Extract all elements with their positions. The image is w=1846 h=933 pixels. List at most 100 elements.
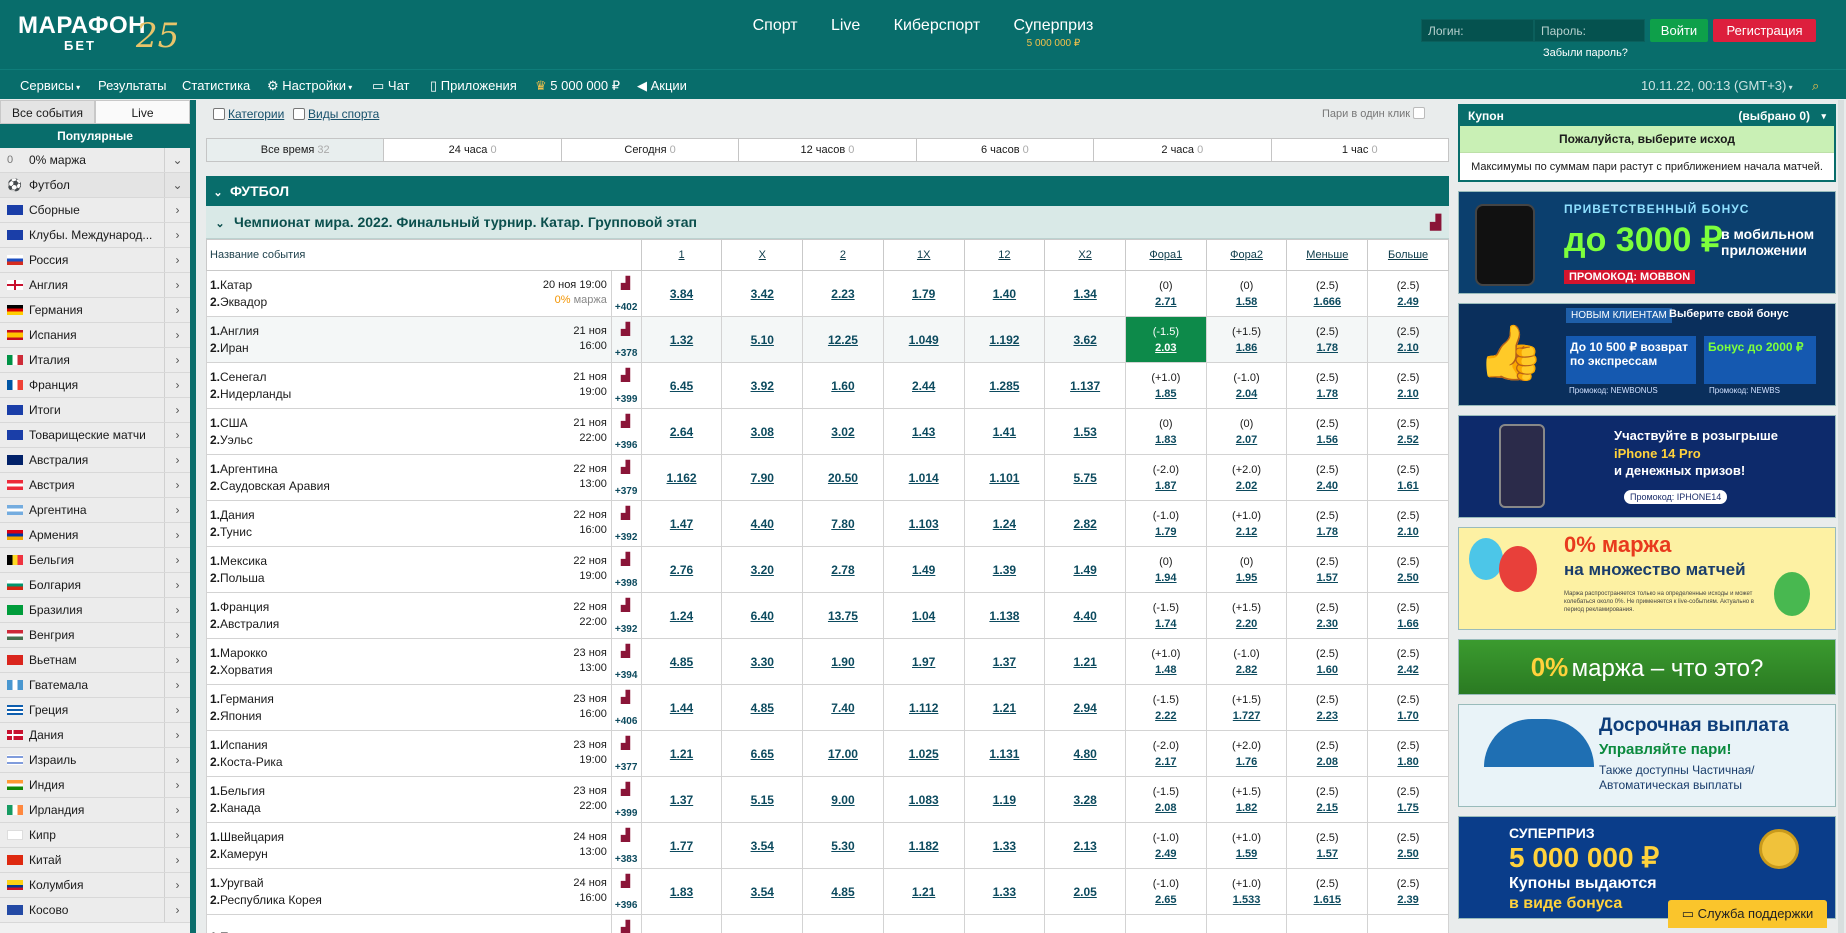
total-over-cell[interactable]: (2.5) 1.80 [1367,730,1449,777]
total-over-cell[interactable]: (2.5) 2.10 [1367,316,1449,363]
odds-cell[interactable] [802,914,884,933]
odds-cell[interactable] [640,914,723,933]
odds-cell[interactable]: 1.112 [882,684,965,731]
time-tab[interactable]: 2 часа 0 [1094,139,1272,161]
league-header[interactable]: ⌄ Чемпионат мира. 2022. Финальный турнир.… [206,206,1449,239]
stats-cell[interactable]: ▟ +379 [610,454,642,501]
event-cell[interactable]: 1.Франция 2.Австралия 22 ноя 22:00 [206,592,612,639]
chevron-right-icon[interactable]: › [164,848,190,872]
odds-cell[interactable]: 4.40 [1044,592,1126,639]
total-over-cell[interactable]: (2.5) 2.52 [1367,408,1449,455]
sidebar-item[interactable]: Вьетнам › [0,648,190,673]
odds-cell[interactable]: 1.21 [882,868,965,915]
sidebar-item[interactable]: Дания › [0,723,190,748]
handicap-2-cell[interactable]: (+2.0) 2.02 [1205,454,1288,501]
odds-cell[interactable]: 3.62 [1044,316,1126,363]
odds-cell[interactable]: 1.37 [963,638,1046,685]
odds-cell[interactable]: 1.182 [882,822,965,869]
odds-cell[interactable]: 1.049 [882,316,965,363]
odds-cell[interactable]: 1.43 [882,408,965,455]
total-under-cell[interactable]: (2.5) 1.78 [1286,316,1369,363]
handicap-2-cell[interactable]: (+1.5) 1.727 [1205,684,1288,731]
menu-statistics[interactable]: Статистика [182,78,250,93]
stats-cell[interactable]: ▟ +378 [610,316,642,363]
more-markets-count[interactable]: +394 [615,670,638,681]
odds-cell[interactable] [721,914,804,933]
odds-cell[interactable]: 1.21 [640,730,723,777]
total-over-cell[interactable]: (2.5) 2.10 [1367,362,1449,409]
odds-cell[interactable]: 4.40 [721,500,804,547]
time-tab[interactable]: 1 час 0 [1272,139,1448,161]
handicap-1-cell[interactable]: (-1.0) 2.65 [1124,868,1207,915]
odds-cell[interactable]: 1.97 [882,638,965,685]
sports-filter[interactable]: Виды спорта [293,107,379,121]
menu-settings[interactable]: ⚙ Настройки ▾ [267,78,352,94]
odds-cell[interactable]: 1.33 [963,822,1046,869]
column-header[interactable]: 2 [802,239,884,271]
chevron-right-icon[interactable]: › [164,598,190,622]
nav-esports[interactable]: Киберспорт [894,17,980,35]
handicap-1-cell[interactable]: (-1.5) 2.03 [1124,316,1207,363]
total-under-cell[interactable]: (2.5) [1286,914,1369,933]
banner-cashout[interactable]: Досрочная выплата Управляйте пари! Также… [1458,704,1836,807]
chevron-right-icon[interactable]: › [164,748,190,772]
sidebar-item[interactable]: Косово › [0,898,190,923]
event-cell[interactable]: 1.Бельгия 2.Канада 23 ноя 22:00 [206,776,612,823]
odds-cell[interactable]: 1.04 [882,592,965,639]
more-markets-count[interactable]: +392 [615,532,638,543]
banner-margin-info[interactable]: 0% маржа – что это? [1458,639,1836,695]
odds-cell[interactable]: 1.34 [1044,270,1126,317]
chevron-right-icon[interactable]: › [164,573,190,597]
odds-cell[interactable]: 3.28 [1044,776,1126,823]
more-markets-count[interactable]: +392 [615,624,638,635]
chevron-right-icon[interactable]: › [164,323,190,347]
menu-superprize[interactable]: ♛ 5 000 000 ₽ [535,78,620,94]
one-click-toggle[interactable]: Пари в один клик [1322,107,1428,120]
handicap-2-cell[interactable]: (+1.5) 1.82 [1205,776,1288,823]
odds-cell[interactable]: 1.60 [802,362,884,409]
stats-icon[interactable]: ▟ [621,644,630,658]
banner-iphone[interactable]: Участвуйте в розыгрыше iPhone 14 Pro и д… [1458,415,1836,518]
total-under-cell[interactable]: (2.5) 2.40 [1286,454,1369,501]
chevron-right-icon[interactable]: › [164,473,190,497]
column-header[interactable]: X2 [1044,239,1126,271]
column-header[interactable]: X [721,239,804,271]
chevron-right-icon[interactable]: › [164,273,190,297]
odds-cell[interactable]: 1.41 [963,408,1046,455]
odds-cell[interactable]: 6.45 [640,362,723,409]
menu-promos[interactable]: ◀ Акции [637,78,687,94]
chevron-right-icon[interactable]: › [164,723,190,747]
chevron-down-icon[interactable]: ⌄ [164,148,190,172]
sidebar-item[interactable]: Ирландия › [0,798,190,823]
event-cell[interactable]: 1.США 2.Уэльс 21 ноя 22:00 [206,408,612,455]
column-header[interactable]: 12 [963,239,1046,271]
odds-cell[interactable]: 2.05 [1044,868,1126,915]
handicap-1-cell[interactable]: (-1.5) 2.08 [1124,776,1207,823]
odds-cell[interactable] [882,914,965,933]
odds-cell[interactable]: 4.85 [640,638,723,685]
total-over-cell[interactable]: (2.5) 2.42 [1367,638,1449,685]
handicap-2-cell[interactable]: (+1.0) 2.12 [1205,500,1288,547]
odds-cell[interactable]: 1.47 [640,500,723,547]
total-under-cell[interactable]: (2.5) 2.15 [1286,776,1369,823]
odds-cell[interactable]: 1.24 [963,500,1046,547]
nav-superprize[interactable]: Суперприз 5 000 000 ₽ [1014,17,1094,49]
sidebar-item[interactable]: Армения › [0,523,190,548]
stats-icon[interactable]: ▟ [621,874,630,888]
handicap-2-cell[interactable]: (+1.5) 2.20 [1205,592,1288,639]
time-tab[interactable]: Все время 32 [207,139,385,161]
more-markets-count[interactable]: +378 [615,348,638,359]
chevron-right-icon[interactable]: › [164,523,190,547]
handicap-2-cell[interactable]: (0) 1.58 [1205,270,1288,317]
time-tab[interactable]: 6 часов 0 [917,139,1095,161]
categories-filter[interactable]: Категории [213,107,284,121]
handicap-1-cell[interactable]: (0) 1.83 [1124,408,1207,455]
odds-cell[interactable]: 1.37 [640,776,723,823]
odds-cell[interactable]: 1.137 [1044,362,1126,409]
time-tab[interactable]: Сегодня 0 [562,139,740,161]
odds-cell[interactable]: 17.00 [802,730,884,777]
total-over-cell[interactable]: (2.5) 1.66 [1367,592,1449,639]
odds-cell[interactable]: 1.83 [640,868,723,915]
total-under-cell[interactable]: (2.5) 1.666 [1286,270,1369,317]
handicap-1-cell[interactable]: (-1.5) 1.74 [1124,592,1207,639]
